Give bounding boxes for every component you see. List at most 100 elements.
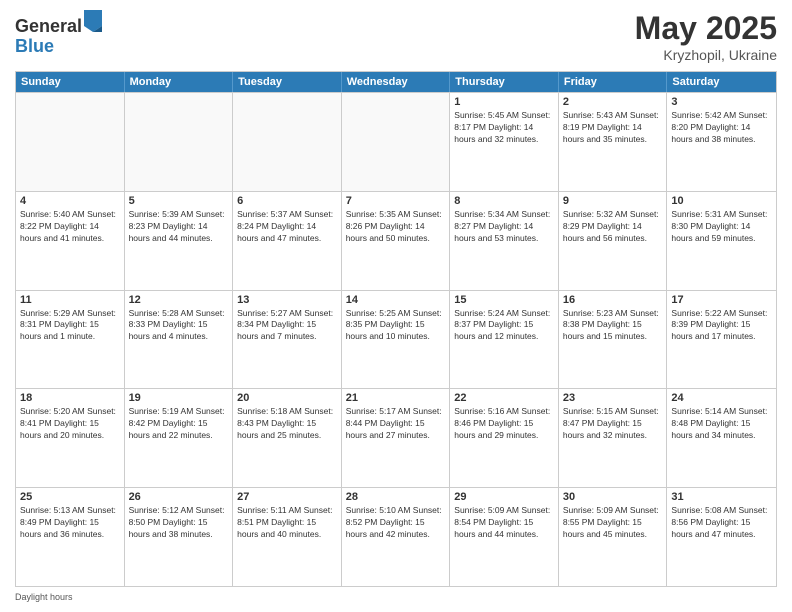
calendar-week-3: 11Sunrise: 5:29 AM Sunset: 8:31 PM Dayli… [16,290,776,389]
day-number: 27 [237,491,337,503]
day-info: Sunrise: 5:39 AM Sunset: 8:23 PM Dayligh… [129,209,229,245]
calendar-cell: 7 Sunrise: 5:35 AM Sunset: 8:26 PM Daylig… [342,192,451,290]
day-info: Sunrise: 5:34 AM Sunset: 8:27 PM Dayligh… [454,209,554,245]
day-info: Sunrise: 5:45 AM Sunset: 8:17 PM Dayligh… [454,110,554,146]
day-info: Sunrise: 5:12 AM Sunset: 8:50 PM Dayligh… [129,505,229,541]
day-number: 9 [563,195,663,207]
logo-blue: Blue [15,36,54,56]
day-info: Sunrise: 5:09 AM Sunset: 8:54 PM Dayligh… [454,505,554,541]
header-day-thursday: Thursday [450,72,559,92]
day-info: Sunrise: 5:28 AM Sunset: 8:33 PM Dayligh… [129,308,229,344]
calendar-cell: 1 Sunrise: 5:45 AM Sunset: 8:17 PM Daylig… [450,93,559,191]
day-info: Sunrise: 5:22 AM Sunset: 8:39 PM Dayligh… [671,308,772,344]
calendar-cell: 22Sunrise: 5:16 AM Sunset: 8:46 PM Dayli… [450,389,559,487]
calendar-cell: 11Sunrise: 5:29 AM Sunset: 8:31 PM Dayli… [16,291,125,389]
day-number: 14 [346,294,446,306]
calendar-cell: 19Sunrise: 5:19 AM Sunset: 8:42 PM Dayli… [125,389,234,487]
page: General Blue May 2025 Kryzhopil, Ukraine… [0,0,792,612]
day-info: Sunrise: 5:15 AM Sunset: 8:47 PM Dayligh… [563,406,663,442]
day-number: 5 [129,195,229,207]
day-info: Sunrise: 5:10 AM Sunset: 8:52 PM Dayligh… [346,505,446,541]
calendar-cell: 28 Sunrise: 5:10 AM Sunset: 8:52 PM Dayli… [342,488,451,586]
day-number: 21 [346,392,446,404]
calendar-cell: 24 Sunrise: 5:14 AM Sunset: 8:48 PM Dayli… [667,389,776,487]
calendar-cell: 31 Sunrise: 5:08 AM Sunset: 8:56 PM Dayli… [667,488,776,586]
header-day-saturday: Saturday [667,72,776,92]
header: General Blue May 2025 Kryzhopil, Ukraine [15,10,777,63]
day-info: Sunrise: 5:24 AM Sunset: 8:37 PM Dayligh… [454,308,554,344]
day-info: Sunrise: 5:43 AM Sunset: 8:19 PM Dayligh… [563,110,663,146]
day-number: 31 [671,491,772,503]
calendar-cell: 12 Sunrise: 5:28 AM Sunset: 8:33 PM Dayli… [125,291,234,389]
day-info: Sunrise: 5:16 AM Sunset: 8:46 PM Dayligh… [454,406,554,442]
calendar-cell: 13 Sunrise: 5:27 AM Sunset: 8:34 PM Dayli… [233,291,342,389]
header-day-monday: Monday [125,72,234,92]
logo-general: General [15,16,82,36]
calendar-cell: 3 Sunrise: 5:42 AM Sunset: 8:20 PM Daylig… [667,93,776,191]
day-info: Sunrise: 5:19 AM Sunset: 8:42 PM Dayligh… [129,406,229,442]
day-info: Sunrise: 5:37 AM Sunset: 8:24 PM Dayligh… [237,209,337,245]
calendar: SundayMondayTuesdayWednesdayThursdayFrid… [15,71,777,587]
day-info: Sunrise: 5:35 AM Sunset: 8:26 PM Dayligh… [346,209,446,245]
day-info: Sunrise: 5:14 AM Sunset: 8:48 PM Dayligh… [671,406,772,442]
day-number: 17 [671,294,772,306]
calendar-cell: 23 Sunrise: 5:15 AM Sunset: 8:47 PM Dayli… [559,389,668,487]
day-number: 25 [20,491,120,503]
calendar-week-1: 1 Sunrise: 5:45 AM Sunset: 8:17 PM Daylig… [16,92,776,191]
calendar-header: SundayMondayTuesdayWednesdayThursdayFrid… [16,72,776,92]
header-day-sunday: Sunday [16,72,125,92]
calendar-cell: 29Sunrise: 5:09 AM Sunset: 8:54 PM Dayli… [450,488,559,586]
page-title: May 2025 [635,10,777,47]
day-number: 10 [671,195,772,207]
day-info: Sunrise: 5:23 AM Sunset: 8:38 PM Dayligh… [563,308,663,344]
day-info: Sunrise: 5:17 AM Sunset: 8:44 PM Dayligh… [346,406,446,442]
logo-icon [84,10,102,32]
day-info: Sunrise: 5:13 AM Sunset: 8:49 PM Dayligh… [20,505,120,541]
calendar-cell: 16 Sunrise: 5:23 AM Sunset: 8:38 PM Dayli… [559,291,668,389]
day-number: 8 [454,195,554,207]
day-number: 24 [671,392,772,404]
day-info: Sunrise: 5:32 AM Sunset: 8:29 PM Dayligh… [563,209,663,245]
calendar-week-4: 18 Sunrise: 5:20 AM Sunset: 8:41 PM Dayli… [16,388,776,487]
day-info: Sunrise: 5:27 AM Sunset: 8:34 PM Dayligh… [237,308,337,344]
day-info: Sunrise: 5:09 AM Sunset: 8:55 PM Dayligh… [563,505,663,541]
header-day-wednesday: Wednesday [342,72,451,92]
logo: General Blue [15,10,102,57]
day-info: Sunrise: 5:08 AM Sunset: 8:56 PM Dayligh… [671,505,772,541]
day-info: Sunrise: 5:42 AM Sunset: 8:20 PM Dayligh… [671,110,772,146]
day-number: 15 [454,294,554,306]
day-info: Sunrise: 5:11 AM Sunset: 8:51 PM Dayligh… [237,505,337,541]
calendar-cell: 2 Sunrise: 5:43 AM Sunset: 8:19 PM Daylig… [559,93,668,191]
header-day-tuesday: Tuesday [233,72,342,92]
day-number: 26 [129,491,229,503]
day-number: 18 [20,392,120,404]
calendar-cell: 9 Sunrise: 5:32 AM Sunset: 8:29 PM Daylig… [559,192,668,290]
page-subtitle: Kryzhopil, Ukraine [635,47,777,63]
calendar-cell: 20Sunrise: 5:18 AM Sunset: 8:43 PM Dayli… [233,389,342,487]
calendar-cell [16,93,125,191]
day-number: 23 [563,392,663,404]
day-number: 6 [237,195,337,207]
day-number: 3 [671,96,772,108]
day-number: 28 [346,491,446,503]
daylight-label: Daylight hours [15,592,73,602]
calendar-body: 1 Sunrise: 5:45 AM Sunset: 8:17 PM Daylig… [16,92,776,586]
calendar-cell: 18 Sunrise: 5:20 AM Sunset: 8:41 PM Dayli… [16,389,125,487]
calendar-cell: 25 Sunrise: 5:13 AM Sunset: 8:49 PM Dayli… [16,488,125,586]
calendar-week-2: 4Sunrise: 5:40 AM Sunset: 8:22 PM Daylig… [16,191,776,290]
day-number: 12 [129,294,229,306]
day-number: 16 [563,294,663,306]
title-block: May 2025 Kryzhopil, Ukraine [635,10,777,63]
calendar-cell: 17 Sunrise: 5:22 AM Sunset: 8:39 PM Dayli… [667,291,776,389]
day-info: Sunrise: 5:31 AM Sunset: 8:30 PM Dayligh… [671,209,772,245]
calendar-cell [342,93,451,191]
day-number: 20 [237,392,337,404]
day-number: 7 [346,195,446,207]
day-number: 13 [237,294,337,306]
day-number: 2 [563,96,663,108]
logo-blue-text: Blue [15,37,102,57]
day-number: 1 [454,96,554,108]
calendar-cell: 27 Sunrise: 5:11 AM Sunset: 8:51 PM Dayli… [233,488,342,586]
day-info: Sunrise: 5:20 AM Sunset: 8:41 PM Dayligh… [20,406,120,442]
calendar-cell: 21 Sunrise: 5:17 AM Sunset: 8:44 PM Dayli… [342,389,451,487]
